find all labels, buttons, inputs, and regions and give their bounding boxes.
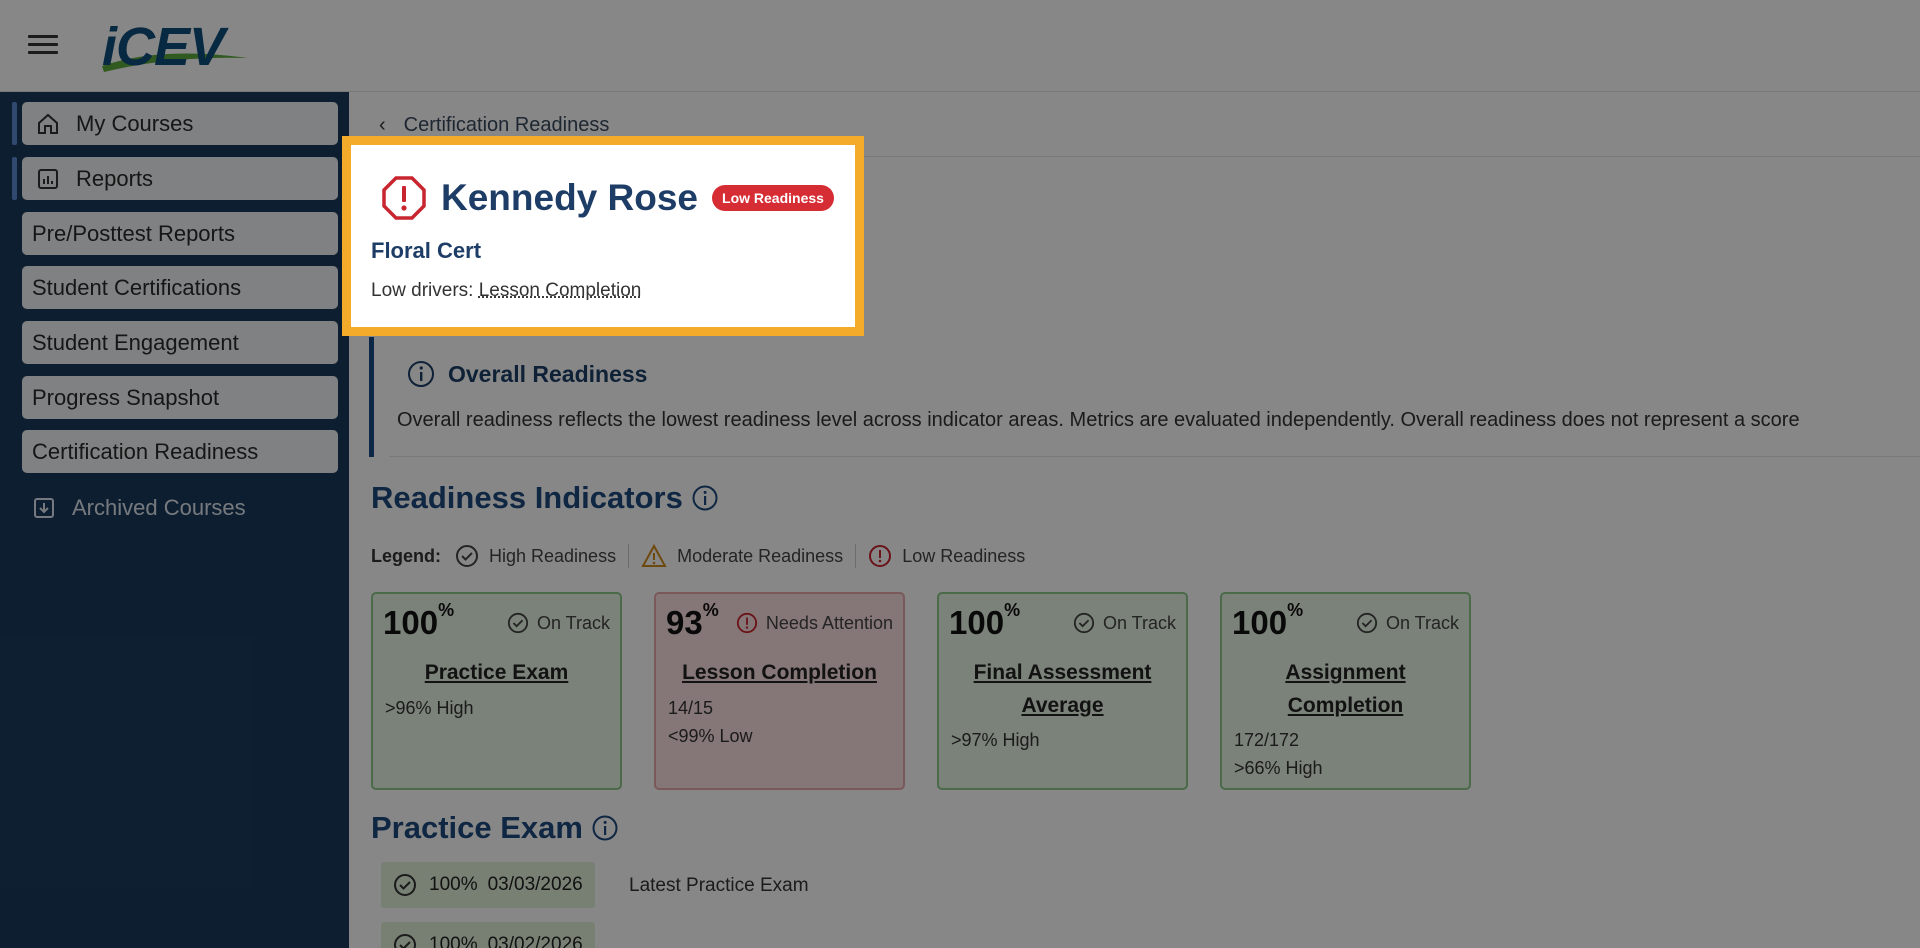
sidebar-item-reports[interactable]: Reports [12,157,338,200]
sidebar-item-archived-courses[interactable]: Archived Courses [32,486,246,529]
sidebar-item-label: Certification Readiness [32,438,259,464]
archive-icon [32,496,56,520]
card-status-text: Needs Attention [765,612,893,633]
warning-icon [641,544,667,567]
legend-item-high: High Readiness [455,544,616,568]
check-circle-icon [1356,612,1378,634]
breadcrumb-label: Certification Readiness [403,114,610,136]
section-title-text: Readiness Indicators [371,480,683,515]
practice-exam-row[interactable]: 100% 03/03/2026 [381,862,595,908]
highlighted-student-header: Kennedy Rose Low Readiness Floral Cert L… [342,136,864,336]
check-circle-icon [507,612,529,634]
exam-date: 03/03/2026 [487,874,583,895]
card-meta: 14/15 [668,698,714,718]
card-meta: 172/172 [1234,730,1300,750]
info-icon[interactable] [691,484,719,512]
exam-score: 100% [429,874,478,895]
sidebar-item-student-engagement[interactable]: Student Engagement [22,321,338,364]
sidebar-item-label: Student Certifications [32,274,242,300]
student-name: Kennedy Rose [441,177,699,218]
card-meta: >66% High [1234,758,1323,778]
sidebar-item-label: Reports [76,165,154,191]
low-driver-link[interactable]: Lesson Completion [479,280,642,301]
student-name-row: Kennedy Rose Low Readiness [381,175,834,221]
low-drivers-label: Low drivers: [371,280,479,301]
legend: Legend: High Readiness Moderate Readines… [371,544,1025,568]
breadcrumb[interactable]: ‹ Certification Readiness [379,114,609,137]
home-icon [36,112,60,136]
section-title-text: Practice Exam [371,810,583,845]
sidebar: My Courses Reports Pre/Posttest Reports … [0,92,349,948]
logo-text: iCEV [102,17,225,77]
course-name: Floral Cert [371,238,482,263]
info-icon[interactable] [591,814,619,842]
sidebar-item-pre-posttest-reports[interactable]: Pre/Posttest Reports [22,212,338,255]
sidebar-item-my-courses[interactable]: My Courses [12,102,338,145]
indicator-card-practice-exam[interactable]: 100% On Track Practice Exam >96% High [371,592,622,790]
sidebar-item-progress-snapshot[interactable]: Progress Snapshot [22,376,338,419]
legend-text: High Readiness [489,545,617,566]
menu-icon[interactable] [28,35,58,59]
practice-exam-title: Practice Exam [371,810,619,846]
practice-exam-row[interactable]: 100% 03/02/2026 [381,922,595,948]
low-drivers: Low drivers: Lesson Completion [371,280,641,302]
card-status: Needs Attention [736,612,893,634]
indicator-card-final-assessment-average[interactable]: 100% On Track Final Assessment Average >9… [937,592,1188,790]
overall-readiness-description: Overall readiness reflects the lowest re… [397,409,1800,431]
overall-readiness-panel: Overall Readiness Overall readiness refl… [369,337,1920,457]
sidebar-item-label: My Courses [76,110,194,136]
indicator-card-assignment-completion[interactable]: 100% On Track Assignment Completion 172/1… [1220,592,1471,790]
check-circle-icon [456,545,478,567]
alert-circle-icon [736,612,757,634]
report-icon [36,167,60,191]
card-meta: >97% High [951,730,1040,750]
chevron-left-icon: ‹ [379,114,386,136]
sidebar-item-student-certifications[interactable]: Student Certifications [22,266,338,309]
info-icon [408,361,434,387]
card-meta: <99% Low [668,726,753,746]
check-circle-icon [394,874,416,896]
legend-text: Moderate Readiness [677,545,844,566]
status-badge: Low Readiness [712,185,834,211]
sidebar-item-label: Progress Snapshot [32,384,220,410]
divider [389,456,1920,457]
card-status: On Track [507,612,610,634]
legend-text: Low Readiness [902,545,1026,566]
card-percentage: 100% [1232,600,1304,641]
card-status: On Track [1356,612,1459,634]
alert-octagon-icon [382,176,426,220]
card-status-text: On Track [536,612,610,633]
exam-score: 100% [429,934,478,948]
top-bar: iCEV [0,0,1920,92]
icev-logo[interactable]: iCEV [100,16,250,77]
card-name[interactable]: Lesson Completion [656,656,903,689]
legend-separator [855,544,857,568]
card-percentage: 93% [666,600,719,641]
sidebar-item-certification-readiness[interactable]: Certification Readiness [22,430,338,473]
card-name[interactable]: Practice Exam [373,656,620,689]
check-circle-icon [394,934,416,948]
card-name[interactable]: Assignment Completion [1222,656,1469,722]
sidebar-item-label: Pre/Posttest Reports [32,220,235,246]
card-meta: >96% High [385,698,474,718]
readiness-indicators-title: Readiness Indicators [371,480,719,516]
overall-readiness-title: Overall Readiness [448,360,648,387]
alert-circle-icon [869,545,892,567]
legend-item-low: Low Readiness [868,544,1025,568]
legend-separator [628,544,630,568]
card-name[interactable]: Final Assessment Average [939,656,1186,722]
legend-item-moderate: Moderate Readiness [641,544,843,568]
indicator-card-lesson-completion[interactable]: 93% Needs Attention Lesson Completion 14… [654,592,905,790]
legend-label: Legend: [371,545,441,566]
exam-note: Latest Practice Exam [629,875,809,896]
sidebar-item-label: Student Engagement [32,329,239,355]
card-percentage: 100% [383,600,455,641]
card-status-text: On Track [1385,612,1459,633]
check-circle-icon [1073,612,1095,634]
sidebar-item-label: Archived Courses [72,494,246,520]
card-status: On Track [1073,612,1176,634]
exam-date: 03/02/2026 [487,934,583,948]
card-percentage: 100% [949,600,1021,641]
card-status-text: On Track [1102,612,1176,633]
